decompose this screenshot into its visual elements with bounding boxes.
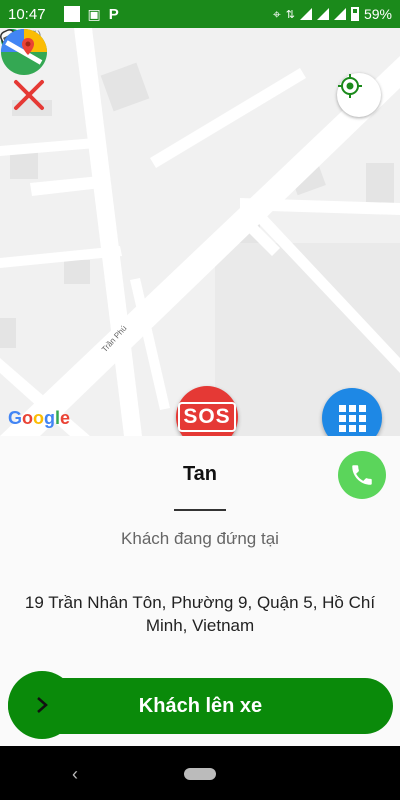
battery-percent: 59% [363,6,392,22]
home-pill-icon[interactable] [184,768,216,780]
wifi-icon [299,8,312,20]
passenger-boarded-label: Khách lên xe [138,694,263,717]
sos-label: SOS [178,402,236,432]
map-view[interactable]: ách cũ) Trần Phú SOS [0,28,400,436]
data-arrows-icon: ⇅ [285,8,295,21]
phone-icon [352,465,372,485]
close-icon [14,80,44,110]
battery-icon [350,7,359,21]
google-logo: Google [8,408,71,428]
system-nav-bar: ‹ [0,746,400,800]
back-icon[interactable]: ‹ [72,764,78,785]
slide-knob[interactable] [8,671,76,739]
my-location-button[interactable] [337,73,381,117]
status-bar: 10:47 ▣ P ⌖ ⇅ 59% [0,0,400,28]
pickup-status-text: Khách đang đứng tại [121,529,279,548]
no-signal-icon [333,8,346,20]
square-icon [63,6,80,22]
call-button[interactable] [338,451,386,499]
close-button[interactable] [12,78,46,112]
pickup-address: 19 Trần Nhân Tôn, Phường 9, Quận 5, Hồ C… [24,593,376,635]
name-divider [174,509,226,511]
signal-icon [316,8,329,20]
grid-icon [338,404,366,432]
trip-panel: Tan Khách đang đứng tại 19 Trần Nhân Tôn… [0,436,400,746]
google-maps-icon[interactable] [0,28,48,76]
parking-icon: P [108,5,119,23]
status-time: 10:47 [8,5,46,23]
crosshair-icon [338,74,362,98]
gallery-icon: ▣ [87,5,101,22]
location-icon: ⌖ [272,5,281,22]
chevron-right-icon [37,697,48,713]
